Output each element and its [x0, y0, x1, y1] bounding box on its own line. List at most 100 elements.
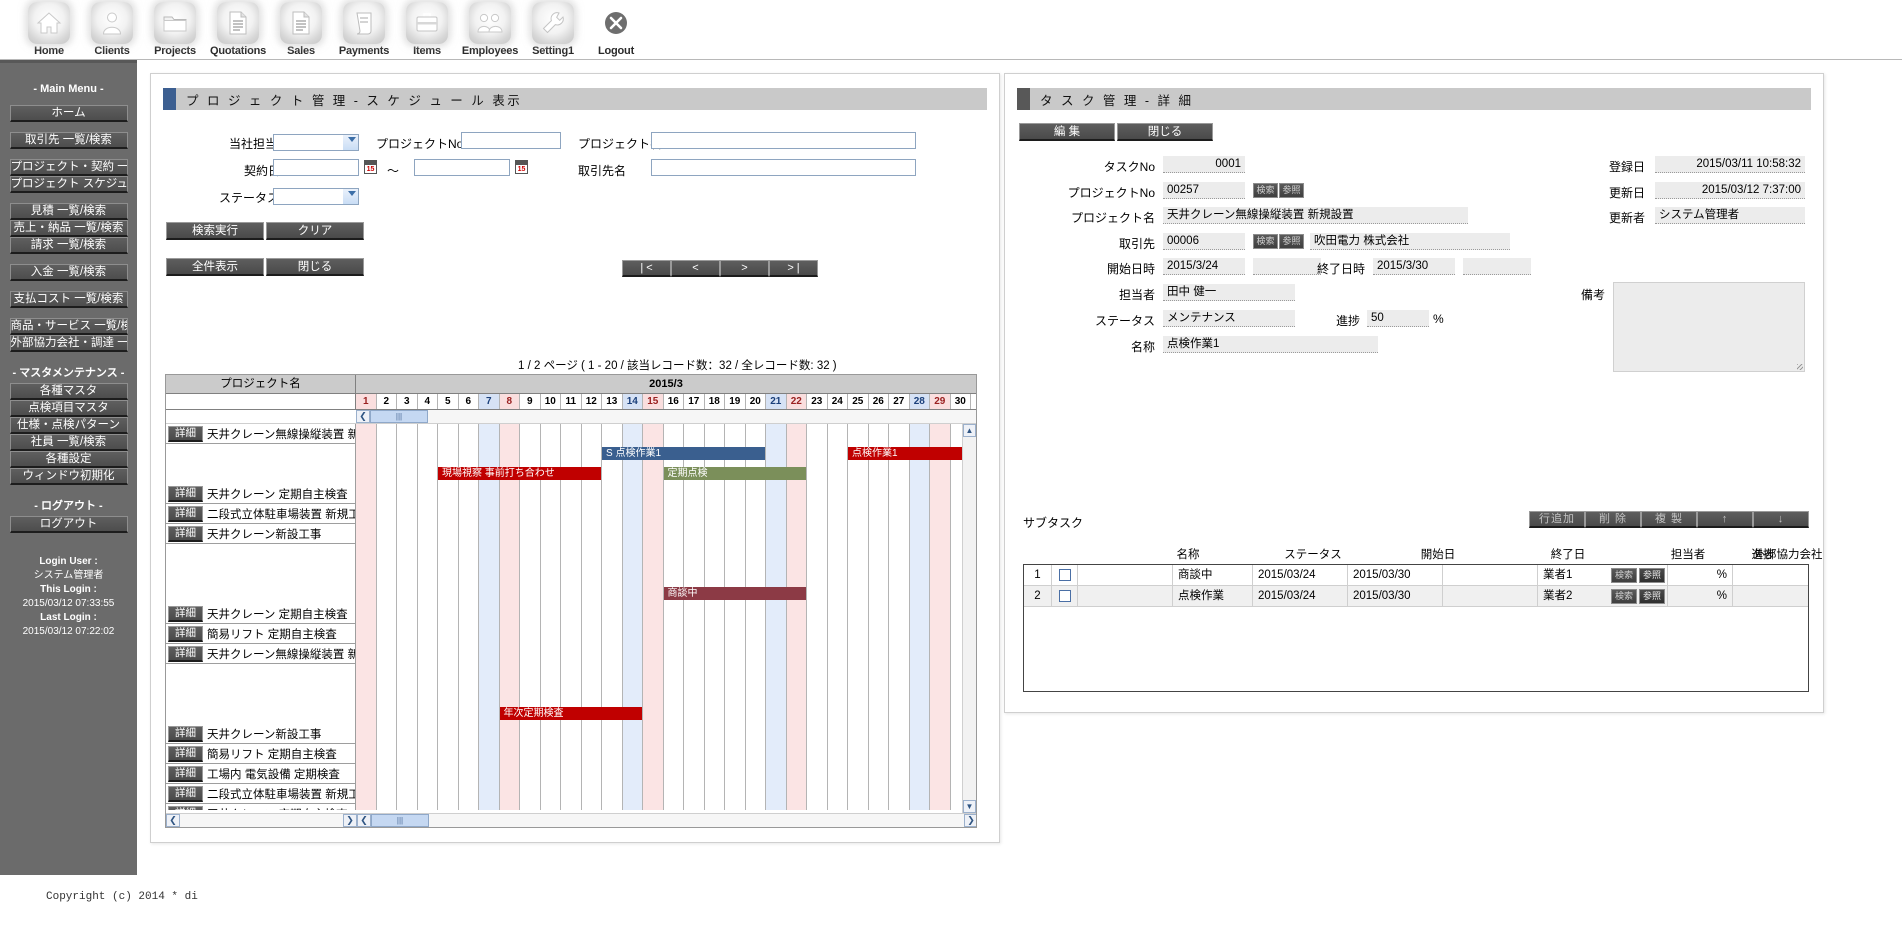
subtask-ref-button[interactable]: 参照: [1639, 568, 1665, 583]
subtask-partner-cell[interactable]: 業者2 検索 参照: [1538, 586, 1668, 606]
subtask-button-2[interactable]: 複 製: [1641, 511, 1697, 528]
sidebar-item[interactable]: ホーム: [9, 105, 128, 122]
clear-button[interactable]: クリア: [266, 222, 364, 240]
detail-button[interactable]: 詳細: [168, 425, 203, 442]
pager-prev-button[interactable]: <: [671, 260, 720, 277]
sidebar-item[interactable]: 売上・納品 一覧/検索: [9, 220, 128, 237]
subtask-button-3[interactable]: ↑: [1697, 511, 1753, 528]
client-code-value[interactable]: 00006: [1163, 233, 1245, 250]
sidebar-item[interactable]: プロジェクト・契約 一覧: [9, 159, 128, 176]
sidebar-item[interactable]: 支払コスト 一覧/検索: [9, 291, 128, 308]
subtask-button-4[interactable]: ↓: [1753, 511, 1809, 528]
hscroll-thumb-top[interactable]: |||: [370, 410, 428, 423]
client-search-button[interactable]: 検索: [1253, 234, 1278, 249]
sidebar-master-item[interactable]: 仕様・点検パターン: [9, 417, 128, 434]
sidebar-master-item[interactable]: 各種マスタ: [9, 383, 128, 400]
hscroll-track-left[interactable]: [180, 814, 343, 827]
pager-next-button[interactable]: >: [720, 260, 769, 277]
detail-button[interactable]: 詳細: [168, 525, 203, 542]
end-time-value[interactable]: [1463, 258, 1531, 275]
sidebar-item[interactable]: 商品・サービス 一覧/検索: [9, 318, 128, 335]
sidebar-master-item[interactable]: 社員 一覧/検索: [9, 434, 128, 451]
subtask-checkbox-cell[interactable]: [1052, 586, 1078, 606]
remarks-textarea[interactable]: [1613, 282, 1805, 372]
show-all-button[interactable]: 全件表示: [166, 258, 264, 276]
detail-button[interactable]: 詳細: [168, 625, 203, 642]
subtask-checkbox[interactable]: [1058, 589, 1071, 602]
subtask-owner[interactable]: [1443, 586, 1538, 606]
subtask-ref-button[interactable]: 参照: [1639, 589, 1665, 604]
contract-date-from-input[interactable]: [273, 159, 359, 176]
subtask-status[interactable]: 商談中: [1173, 565, 1253, 585]
gantt-hscrollbar-bottom[interactable]: ❮ ❯ ❮ ||| ❯: [166, 813, 976, 827]
subtask-end-date[interactable]: 2015/03/30: [1348, 586, 1443, 606]
subtask-search-button[interactable]: 検索: [1611, 589, 1637, 604]
subtask-name[interactable]: [1078, 565, 1173, 585]
sidebar-item[interactable]: 請求 一覧/検索: [9, 237, 128, 254]
scroll-right-icon-bottom[interactable]: ❯: [964, 814, 976, 827]
sidebar-master-item[interactable]: 各種設定: [9, 451, 128, 468]
project-search-button[interactable]: 検索: [1253, 183, 1278, 198]
subtask-name[interactable]: [1078, 586, 1173, 606]
calendar-icon-from[interactable]: 15: [364, 160, 377, 174]
project-name-input[interactable]: [651, 132, 916, 149]
status-select[interactable]: [273, 187, 359, 205]
gantt-bar[interactable]: 現場視察 事前打ち合わせ: [438, 467, 601, 480]
subtask-checkbox[interactable]: [1058, 568, 1071, 581]
subtask-checkbox-cell[interactable]: [1052, 565, 1078, 585]
subtask-row[interactable]: 1 商談中 2015/03/24 2015/03/30 業者1 検索 参照 %: [1024, 565, 1808, 586]
subtask-start-date[interactable]: 2015/03/24: [1253, 586, 1348, 606]
project-ref-button[interactable]: 参照: [1279, 183, 1304, 198]
sidebar-master-item[interactable]: ウィンドウ初期化: [9, 468, 128, 485]
end-date-value[interactable]: 2015/3/30: [1373, 258, 1455, 275]
close-button[interactable]: 閉じる: [266, 258, 364, 276]
scroll-left-icon-bottom[interactable]: ❮: [357, 814, 371, 827]
owner-select[interactable]: [273, 133, 359, 151]
gantt-bar[interactable]: 年次定期検査: [499, 707, 642, 720]
scroll-left-icon-bottom-outer[interactable]: ❮: [166, 814, 180, 827]
hscroll-track-bottom[interactable]: [429, 814, 964, 827]
start-date-value[interactable]: 2015/3/24: [1163, 258, 1245, 275]
project-no-input[interactable]: [461, 132, 561, 149]
sidebar-item-logout[interactable]: ログアウト: [9, 516, 128, 533]
subtask-status[interactable]: 点検作業: [1173, 586, 1253, 606]
calendar-icon-to[interactable]: 15: [515, 160, 528, 174]
sidebar-item[interactable]: 入金 一覧/検索: [9, 264, 128, 281]
subtask-button-1[interactable]: 削 除: [1585, 511, 1641, 528]
detail-button[interactable]: 詳細: [168, 645, 203, 662]
sidebar-item[interactable]: 見積 一覧/検索: [9, 203, 128, 220]
task-close-button[interactable]: 閉じる: [1117, 123, 1213, 141]
subtask-row[interactable]: 2 点検作業 2015/03/24 2015/03/30 業者2 検索 参照 %: [1024, 586, 1808, 607]
sidebar-item[interactable]: プロジェクト スケジュール: [9, 176, 128, 193]
subtask-partner-cell[interactable]: 業者1 検索 参照: [1538, 565, 1668, 585]
scroll-down-icon[interactable]: ▼: [963, 800, 976, 813]
sidebar-item[interactable]: 取引先 一覧/検索: [9, 132, 128, 149]
gantt-bar[interactable]: 商談中: [663, 587, 806, 600]
detail-button[interactable]: 詳細: [168, 765, 203, 782]
pager-last-button[interactable]: > |: [769, 260, 818, 277]
gantt-bar[interactable]: S 点検作業1: [602, 447, 765, 460]
gantt-bar[interactable]: 点検作業1: [848, 447, 970, 460]
detail-button[interactable]: 詳細: [168, 805, 203, 810]
subtask-progress[interactable]: %: [1668, 565, 1733, 585]
contract-date-to-input[interactable]: [414, 159, 510, 176]
owner-value[interactable]: 田中 健一: [1163, 284, 1295, 301]
subtask-search-button[interactable]: 検索: [1611, 568, 1637, 583]
gantt-bar[interactable]: 定期点検: [663, 467, 806, 480]
gantt-vscrollbar[interactable]: ▲ ▼: [962, 424, 976, 813]
scroll-up-icon[interactable]: ▲: [963, 424, 976, 437]
hscroll-thumb-bottom[interactable]: |||: [371, 814, 429, 827]
hscroll-track-top[interactable]: [428, 410, 976, 423]
progress-value[interactable]: 50: [1367, 310, 1429, 327]
scroll-right-icon-outer[interactable]: ❯: [343, 814, 357, 827]
subtask-owner[interactable]: [1443, 565, 1538, 585]
detail-button[interactable]: 詳細: [168, 485, 203, 502]
subtask-start-date[interactable]: 2015/03/24: [1253, 565, 1348, 585]
gantt-hscrollbar-top[interactable]: ❮ |||: [166, 410, 976, 424]
detail-button[interactable]: 詳細: [168, 505, 203, 522]
search-execute-button[interactable]: 検索実行: [166, 222, 264, 240]
sidebar-master-item[interactable]: 点検項目マスタ: [9, 400, 128, 417]
detail-button[interactable]: 詳細: [168, 725, 203, 742]
detail-button[interactable]: 詳細: [168, 605, 203, 622]
subtask-progress[interactable]: %: [1668, 586, 1733, 606]
